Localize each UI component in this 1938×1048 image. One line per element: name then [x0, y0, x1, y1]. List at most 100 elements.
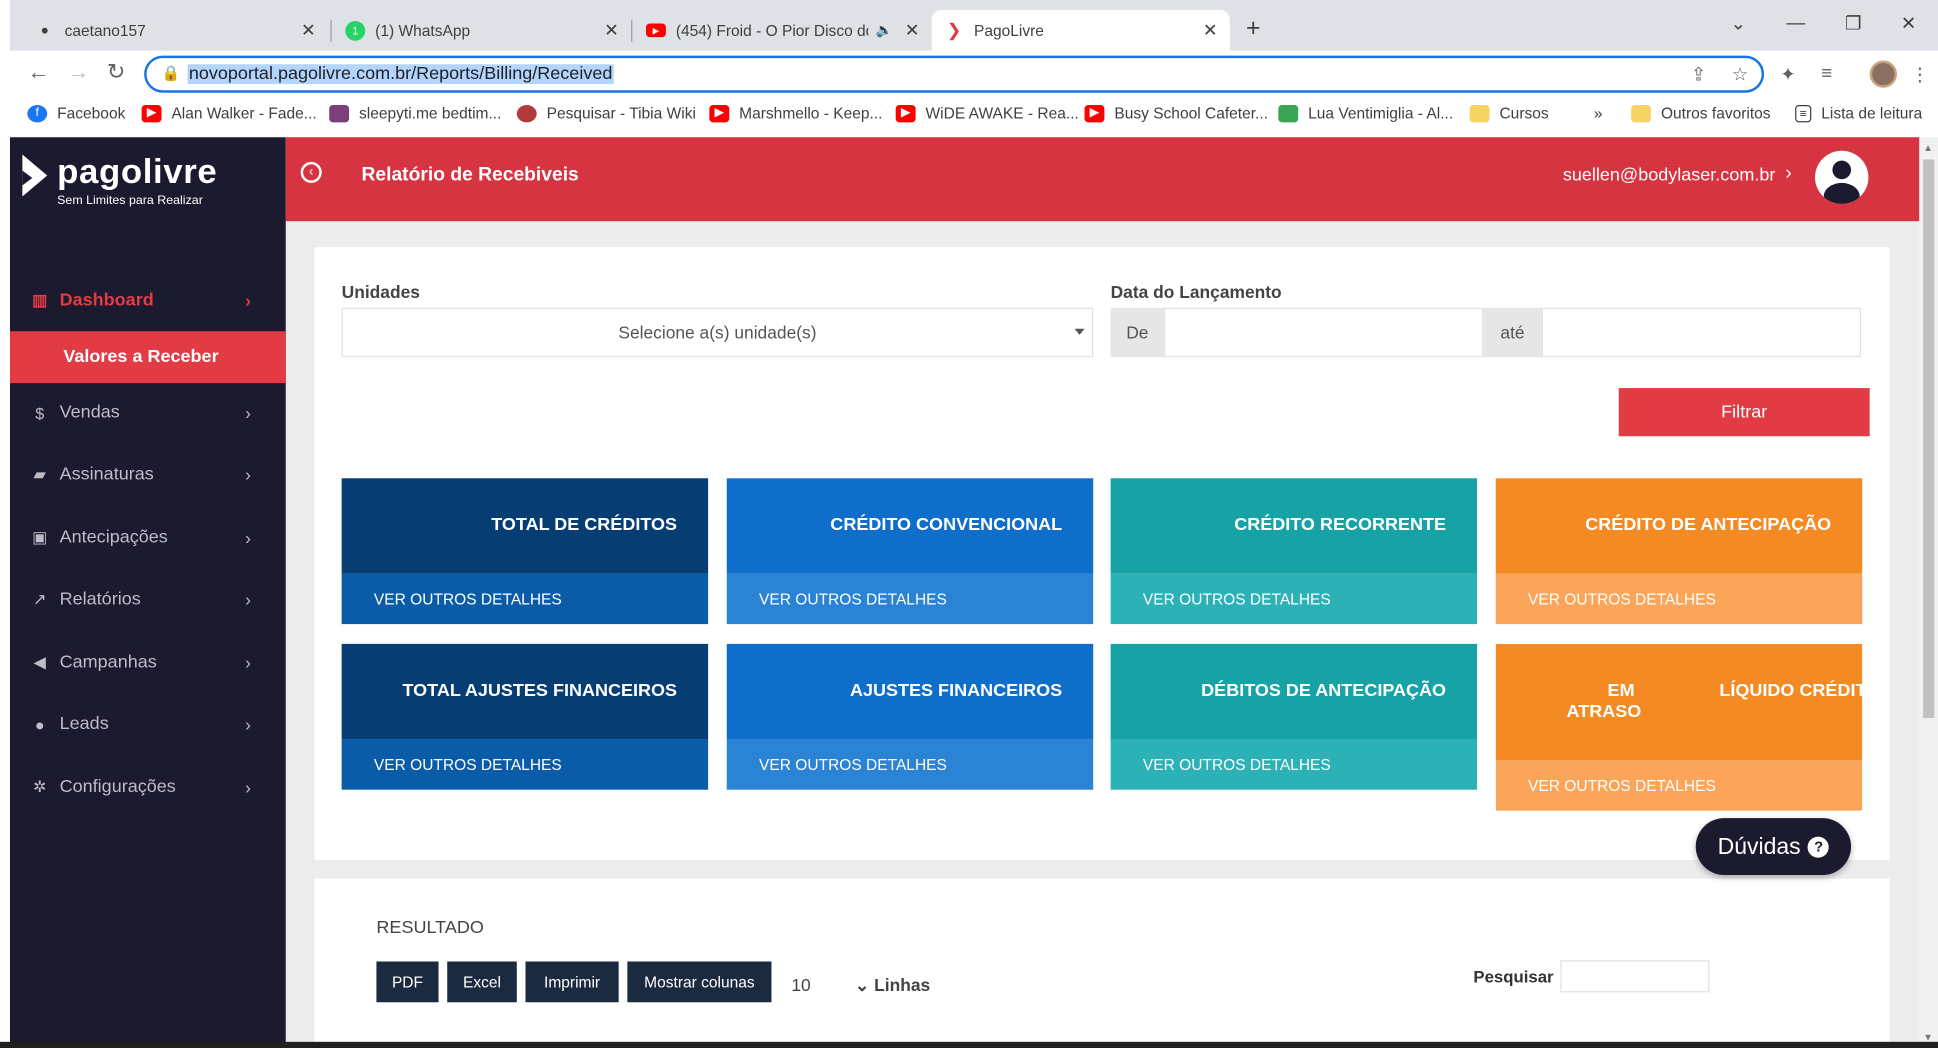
youtube-icon: ▶: [141, 105, 162, 123]
bar-chart-icon: ▥: [32, 290, 48, 309]
more-bookmarks-button[interactable]: »: [1594, 105, 1603, 122]
bookmark[interactable]: ▶ WiDE AWAKE - Rea...: [895, 105, 1079, 123]
sidebar-item-vendas[interactable]: $ Vendas ›: [10, 388, 286, 437]
chevron-right-icon[interactable]: ›: [1785, 163, 1792, 185]
bookmark[interactable]: sleepyti.me bedtim...: [329, 105, 501, 123]
card-details-link[interactable]: VER OUTROS DETALHES: [341, 739, 709, 790]
show-columns-button[interactable]: Mostrar colunas: [627, 961, 772, 1003]
card-title: EM: [1607, 680, 1635, 701]
star-icon[interactable]: ☆: [1732, 63, 1749, 85]
bookmark-label: WiDE AWAKE - Rea...: [925, 105, 1079, 123]
dollar-icon: $: [35, 403, 45, 423]
date-from-input[interactable]: [1164, 307, 1484, 358]
page-size-value[interactable]: 10: [791, 975, 810, 995]
extensions-icon[interactable]: ✦: [1780, 63, 1796, 85]
sidebar-item-dashboard[interactable]: ▥ Dashboard ›: [10, 276, 286, 325]
card-title: CRÉDITO RECORRENTE: [1234, 515, 1447, 536]
book-icon: ▰: [33, 464, 46, 484]
tab-youtube[interactable]: ▶ (454) Froid - O Pior Disco do 🔈 ✕: [634, 10, 932, 51]
scrollbar-thumb[interactable]: [1923, 159, 1935, 719]
card-title: ATRASO: [1566, 701, 1642, 722]
profile-avatar[interactable]: [1869, 60, 1898, 88]
megaphone-icon: ◀: [33, 652, 46, 672]
tab-whatsapp[interactable]: 1 (1) WhatsApp ✕: [333, 10, 631, 51]
scroll-up-icon[interactable]: ▲: [1923, 142, 1933, 153]
sidebar-item-relatorios[interactable]: ↗ Relatórios ›: [10, 575, 286, 624]
new-tab-button[interactable]: +: [1246, 15, 1261, 43]
card-details-link[interactable]: VER OUTROS DETALHES: [1495, 760, 1863, 811]
address-bar[interactable]: 🔒 novoportal.pagolivre.com.br/Reports/Bi…: [144, 55, 1765, 93]
tab-pagolivre[interactable]: ❯ PagoLivre ✕: [931, 9, 1230, 51]
menu-icon[interactable]: ⋮: [1911, 63, 1930, 85]
card-credito-convencional: CRÉDITO CONVENCIONAL VER OUTROS DETALHES: [726, 478, 1094, 625]
bookmark[interactable]: ▶ Marshmello - Keep...: [709, 105, 882, 123]
share-icon[interactable]: ⇪: [1691, 63, 1707, 85]
tab-title: (454) Froid - O Pior Disco do: [675, 21, 869, 39]
logo-name: pagolivre: [57, 152, 218, 191]
card-details-link[interactable]: VER OUTROS DETALHES: [1110, 739, 1478, 790]
tab-github[interactable]: ● caetano157 ✕: [22, 10, 328, 51]
search-input[interactable]: [1560, 960, 1710, 993]
reading-list-icon[interactable]: ≡: [1821, 63, 1832, 84]
card-details-link[interactable]: VER OUTROS DETALHES: [1110, 573, 1478, 625]
chevron-right-icon: ›: [245, 290, 251, 311]
card-total-creditos: TOTAL DE CRÉDITOS VER OUTROS DETALHES: [341, 478, 709, 625]
tab-search-icon[interactable]: ⌄: [1731, 12, 1747, 35]
bookmark[interactable]: Lua Ventimiglia - Al...: [1278, 105, 1453, 123]
card-details-link[interactable]: VER OUTROS DETALHES: [726, 573, 1094, 625]
print-button[interactable]: Imprimir: [525, 961, 619, 1003]
lock-icon[interactable]: 🔒: [162, 64, 181, 81]
folder-icon: [1469, 105, 1490, 123]
restore-icon[interactable]: ❐: [1845, 12, 1862, 35]
facebook-icon: f: [27, 105, 48, 123]
sidebar-item-configuracoes[interactable]: ✲ Configurações ›: [10, 763, 286, 812]
bookmark[interactable]: ▶ Busy School Cafeter...: [1084, 105, 1268, 123]
other-favorites[interactable]: Outros favoritos: [1631, 105, 1771, 123]
card-details-link[interactable]: VER OUTROS DETALHES: [1495, 573, 1863, 625]
reading-list[interactable]: ≡ Lista de leitura: [1795, 105, 1922, 123]
speaker-icon[interactable]: 🔈: [876, 22, 893, 38]
bookmark-folder[interactable]: Cursos: [1469, 105, 1549, 123]
reload-icon[interactable]: ↻: [107, 59, 126, 85]
filter-button[interactable]: Filtrar: [1618, 388, 1870, 437]
chevron-right-icon: ›: [245, 777, 251, 798]
lines-label: Linhas: [874, 975, 931, 995]
user-email[interactable]: suellen@bodylaser.com.br: [1563, 166, 1776, 186]
card-details-link[interactable]: VER OUTROS DETALHES: [726, 739, 1094, 790]
page-scrollbar[interactable]: ▲ ▼: [1919, 137, 1938, 1048]
close-icon[interactable]: ✕: [604, 20, 619, 41]
pdf-button[interactable]: PDF: [376, 961, 439, 1003]
close-icon[interactable]: ✕: [301, 20, 316, 41]
chevron-down-icon: ⌄: [854, 975, 870, 995]
page-size-dropdown[interactable]: ⌄ Linhas: [855, 975, 930, 996]
sidebar-item-antecipacoes[interactable]: ▣ Antecipações ›: [10, 513, 286, 562]
user-avatar[interactable]: [1815, 150, 1869, 204]
youtube-icon: ▶: [1084, 105, 1105, 123]
close-icon[interactable]: ✕: [1203, 20, 1218, 41]
back-icon[interactable]: ←: [27, 59, 49, 85]
sidebar-item-assinaturas[interactable]: ▰ Assinaturas ›: [10, 450, 286, 499]
card-title: AJUSTES FINANCEIROS: [849, 680, 1063, 701]
sidebar-item-valores-a-receber[interactable]: Valores a Receber: [9, 331, 286, 384]
help-button[interactable]: Dúvidas ?: [1695, 818, 1852, 875]
card-details-link[interactable]: VER OUTROS DETALHES: [341, 573, 709, 625]
sidebar-item-label: Assinaturas: [59, 464, 154, 485]
back-circle-icon[interactable]: ‹: [300, 161, 322, 183]
forward-icon[interactable]: →: [67, 59, 89, 85]
units-select[interactable]: Selecione a(s) unidade(s): [341, 307, 1094, 358]
bookmark[interactable]: f Facebook: [27, 105, 125, 123]
question-icon: ?: [1808, 836, 1830, 858]
bookmark[interactable]: Pesquisar - Tibia Wiki: [516, 105, 696, 123]
results-title: RESULTADO: [376, 918, 484, 939]
close-window-icon[interactable]: ✕: [1901, 12, 1917, 35]
url-text[interactable]: novoportal.pagolivre.com.br/Reports/Bill…: [187, 64, 614, 85]
bookmark[interactable]: ▶ Alan Walker - Fade...: [141, 105, 317, 123]
close-icon[interactable]: ✕: [905, 20, 920, 41]
date-to-input[interactable]: [1541, 307, 1861, 358]
sidebar-item-label: Relatórios: [59, 589, 141, 610]
app: pagolivre Sem Limites para Realizar ▥ Da…: [9, 137, 1920, 1048]
sidebar-item-campanhas[interactable]: ◀ Campanhas ›: [10, 638, 286, 687]
minimize-icon[interactable]: —: [1786, 12, 1805, 33]
sidebar-item-leads[interactable]: ● Leads ›: [10, 699, 286, 748]
excel-button[interactable]: Excel: [447, 961, 517, 1003]
